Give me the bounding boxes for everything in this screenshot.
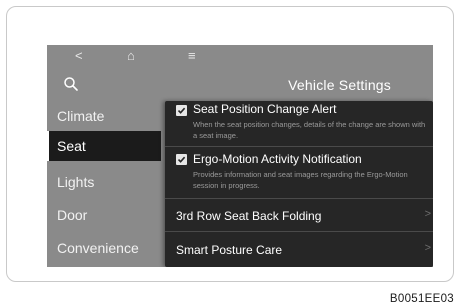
sidebar-item-lights[interactable]: Lights [47,167,161,197]
screen-frame: < ⌂ ≡ Vehicle Settings Climate Seat Ligh… [6,6,454,282]
option-ergo-motion-notification[interactable]: Ergo-Motion Activity Notification Provid… [165,147,433,199]
search-icon[interactable] [63,76,79,92]
option-title: Seat Position Change Alert [193,102,337,116]
row-3rd-row-seat-back-folding[interactable]: 3rd Row Seat Back Folding > [165,199,433,232]
figure-code: B0051EE03 [389,293,454,305]
option-title: Ergo-Motion Activity Notification [193,152,362,166]
option-description: When the seat position changes, details … [193,120,426,140]
home-icon[interactable]: ⌂ [127,48,135,64]
chevron-right-icon: > [424,208,431,220]
back-icon[interactable]: < [75,48,83,64]
option-seat-position-change-alert[interactable]: Seat Position Change Alert When the seat… [165,101,433,147]
menu-icon[interactable]: ≡ [188,48,196,64]
page-title: Vehicle Settings [288,77,391,93]
settings-panel: Seat Position Change Alert When the seat… [165,101,433,267]
sidebar-item-convenience[interactable]: Convenience [47,233,161,263]
sidebar-item-seat[interactable]: Seat [47,131,161,161]
sidebar-item-climate[interactable]: Climate [47,101,161,131]
sidebar-item-door[interactable]: Door [47,200,161,230]
top-bar: < ⌂ ≡ [47,45,433,67]
chevron-right-icon: > [424,242,431,254]
row-title: Smart Posture Care [176,243,283,257]
checkbox-checked-icon[interactable] [176,105,187,116]
infotainment-screen: < ⌂ ≡ Vehicle Settings Climate Seat Ligh… [47,45,433,267]
row-smart-posture-care[interactable]: Smart Posture Care > [165,232,433,267]
option-description: Provides information and seat images reg… [193,170,408,190]
checkbox-checked-icon[interactable] [176,154,187,165]
row-title: 3rd Row Seat Back Folding [176,209,322,223]
